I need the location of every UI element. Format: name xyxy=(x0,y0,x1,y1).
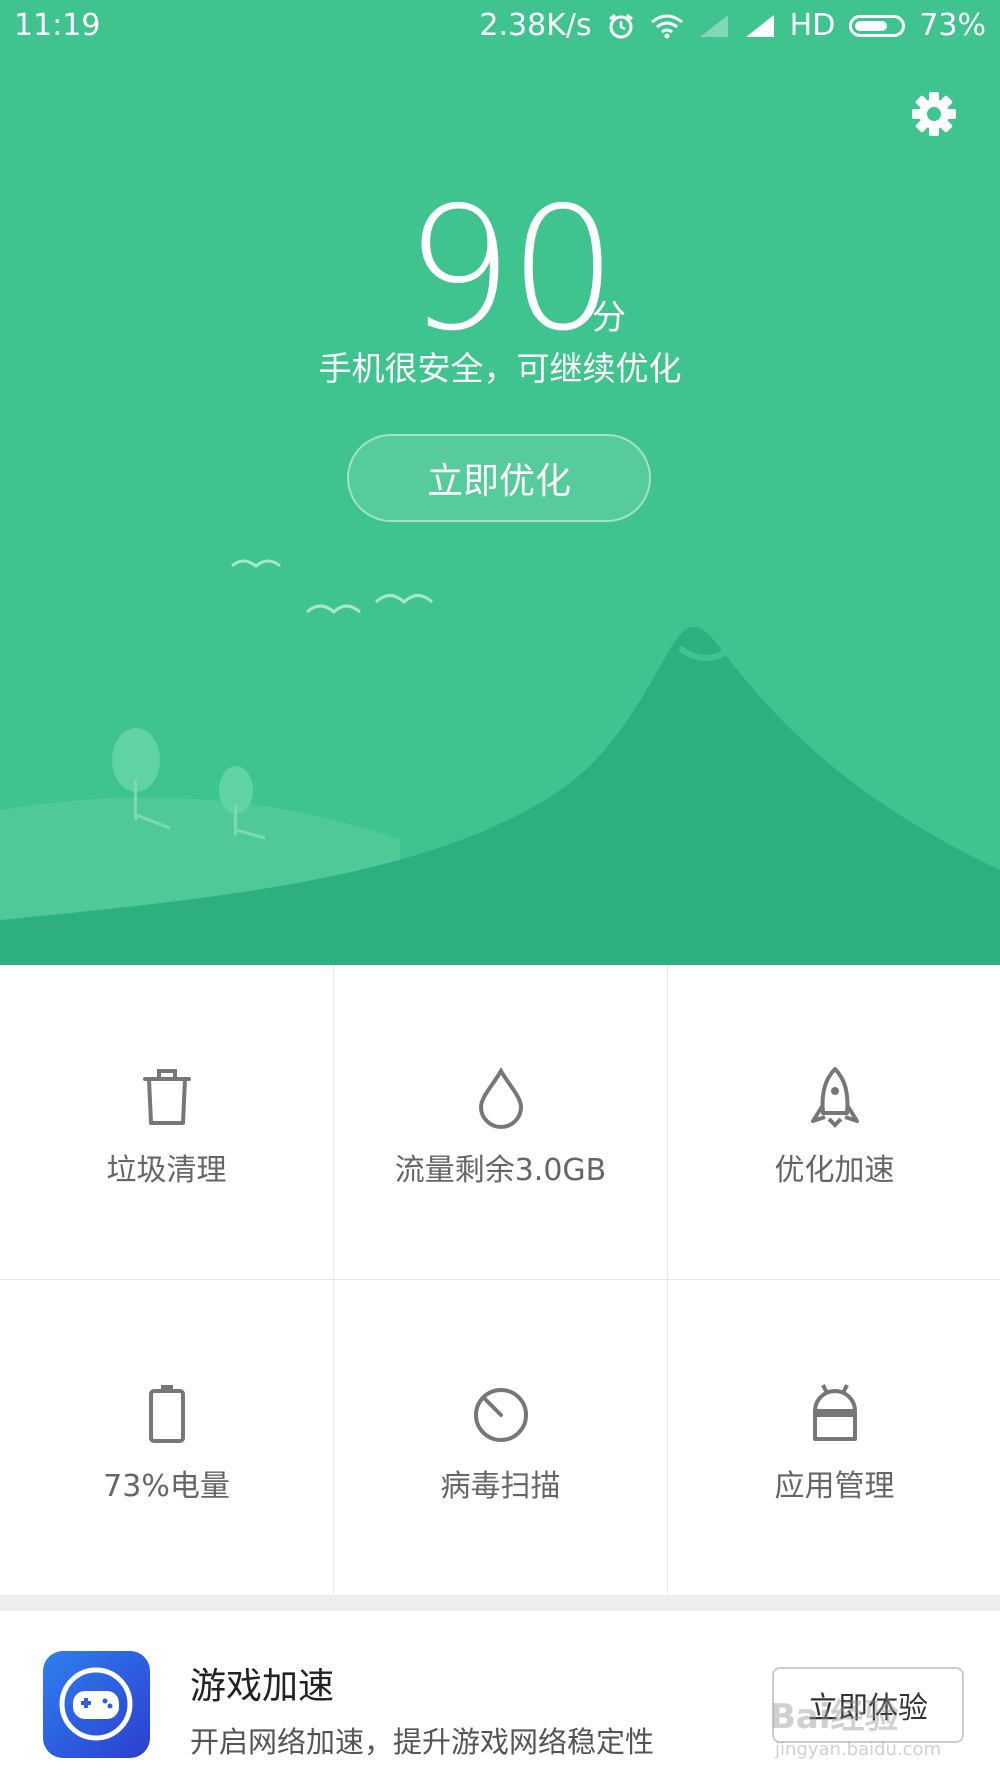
divider xyxy=(333,965,334,1595)
grid-item-battery[interactable]: 73%电量 xyxy=(0,1281,333,1595)
game-boost-card[interactable]: 游戏加速 开启网络加速，提升游戏网络稳定性 立即体验 Bai经验 jingyan… xyxy=(0,1611,1000,1778)
grid-item-label: 流量剩余3.0GB xyxy=(394,1153,607,1188)
net-speed: 2.38K/s xyxy=(479,8,592,43)
battery-icon xyxy=(849,14,906,37)
battery-fill xyxy=(855,20,888,31)
grid-item-app-manager[interactable]: 应用管理 xyxy=(668,1281,1000,1595)
optimize-now-button[interactable]: 立即优化 xyxy=(347,434,651,522)
score-value: 90 xyxy=(405,171,617,369)
grid-item-label: 垃圾清理 xyxy=(106,1153,227,1188)
grid-item-label: 优化加速 xyxy=(774,1153,895,1188)
grid-item-speedup[interactable]: 优化加速 xyxy=(668,965,1000,1279)
wifi-icon xyxy=(650,14,683,38)
divider xyxy=(667,965,668,1595)
trash-icon xyxy=(142,1069,191,1125)
status-right: 2.38K/s HD 73% xyxy=(479,8,986,43)
score-unit: 分 xyxy=(592,298,626,338)
birds xyxy=(230,559,434,615)
score-display: 90 分 xyxy=(0,171,1000,369)
grid-item-virus-scan[interactable]: 病毒扫描 xyxy=(334,1281,667,1595)
grid-item-cleanup[interactable]: 垃圾清理 xyxy=(0,965,333,1279)
divider xyxy=(0,1279,1000,1280)
scan-icon xyxy=(473,1388,528,1442)
signal-weak-icon xyxy=(699,14,728,37)
watermark-url: jingyan.baidu.com xyxy=(775,1739,942,1760)
gamepad-icon xyxy=(43,1651,150,1758)
hd-badge: HD xyxy=(789,8,836,43)
grid-item-data-usage[interactable]: 流量剩余3.0GB xyxy=(334,965,667,1279)
feature-grid: 垃圾清理 流量剩余3.0GB 优化加速 73%电量 病毒扫描 应用管理 xyxy=(0,965,1000,1595)
gear-icon[interactable] xyxy=(906,86,962,142)
promo-title: 游戏加速 xyxy=(190,1666,335,1707)
battery-icon xyxy=(148,1385,185,1443)
android-icon xyxy=(812,1384,857,1441)
alarm-icon xyxy=(608,13,633,38)
section-divider xyxy=(0,1595,1000,1611)
signal-icon xyxy=(745,14,774,37)
status-bar: 11:19 2.38K/s HD 73% xyxy=(0,0,1000,52)
grid-item-label: 应用管理 xyxy=(774,1469,895,1504)
grid-item-label: 73%电量 xyxy=(103,1469,230,1504)
battery-percent: 73% xyxy=(919,8,986,43)
status-time: 11:19 xyxy=(14,8,101,43)
hero-panel: 11:19 2.38K/s HD 73% 90 分 手机很安全，可继续优化 立即… xyxy=(0,0,1000,965)
grid-item-label: 病毒扫描 xyxy=(440,1469,561,1504)
rocket-icon xyxy=(810,1067,859,1128)
promo-subtitle: 开启网络加速，提升游戏网络稳定性 xyxy=(190,1725,655,1759)
drop-icon xyxy=(478,1066,523,1129)
watermark-logo: Bai经验 xyxy=(770,1697,899,1737)
score-message: 手机很安全，可继续优化 xyxy=(318,349,682,388)
front-hill xyxy=(0,626,1000,965)
